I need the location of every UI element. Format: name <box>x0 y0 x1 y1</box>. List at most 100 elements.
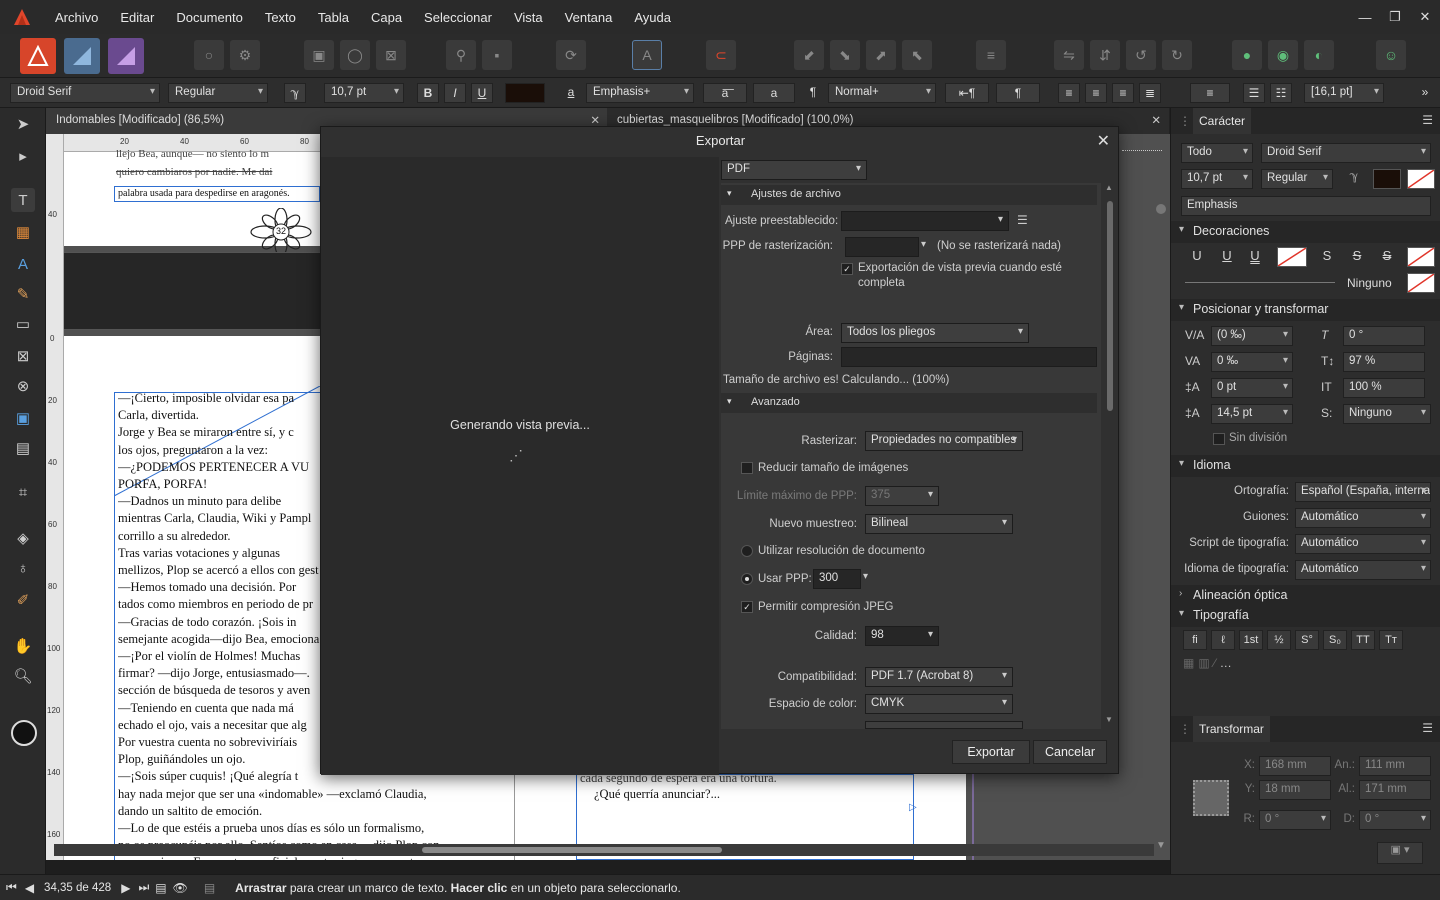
preview-checkbox[interactable]: ✓ <box>841 263 853 275</box>
first-page-icon[interactable]: ⏮ <box>6 880 17 895</box>
menu-ventana[interactable]: Ventana <box>554 10 624 25</box>
typography-glyph-button[interactable]: ℓ <box>1211 630 1235 650</box>
apply-char-style-icon[interactable]: a͞ <box>703 83 747 103</box>
underline-single-icon[interactable]: U <box>1185 248 1209 268</box>
rotate-right-icon[interactable]: ↻ <box>1162 40 1192 70</box>
picture-frame-tool-icon[interactable]: ⊠ <box>11 344 35 368</box>
table-of-contents-icon[interactable]: ▤ <box>11 436 35 460</box>
text-frame-tool-icon[interactable]: T <box>11 188 35 212</box>
resample-dropdown[interactable]: Bilineal <box>865 514 1013 534</box>
fill-tool-icon[interactable]: ◈ <box>11 526 35 550</box>
artistic-text-tool-icon[interactable]: A <box>11 252 35 276</box>
share-icon[interactable]: ◉ <box>1268 40 1298 70</box>
color-wheel-icon[interactable] <box>11 720 37 746</box>
flip-h-icon[interactable]: ⇋ <box>1054 40 1084 70</box>
dialog-close-icon[interactable]: ✕ <box>1097 131 1110 151</box>
preflight-icon[interactable]: ○ <box>194 40 224 70</box>
align-icon[interactable]: ≡ <box>976 40 1006 70</box>
scroll-up-icon[interactable]: ▲ <box>1105 183 1113 192</box>
color-picker-tool-icon[interactable]: ✐ <box>11 588 35 612</box>
menu-vista[interactable]: Vista <box>503 10 554 25</box>
font-family-dropdown[interactable]: Droid Serif <box>10 83 160 103</box>
underline-double-icon[interactable]: U <box>1243 248 1267 268</box>
ellipse-frame-tool-icon[interactable]: ⊗ <box>11 374 35 398</box>
reduce-images-checkbox[interactable] <box>741 462 753 474</box>
section-optical[interactable]: › Alineación óptica <box>1171 585 1440 607</box>
scope-dropdown[interactable]: Todo <box>1181 143 1253 163</box>
crop-tool-icon[interactable]: ⌗ <box>11 480 35 504</box>
hyph-dropdown[interactable]: Automático <box>1295 508 1431 528</box>
place-image-tool-icon[interactable]: ▣ <box>11 406 35 430</box>
next-page-icon[interactable]: ▶ <box>121 881 130 895</box>
prev-page-icon[interactable]: ◀ <box>25 881 34 895</box>
menu-documento[interactable]: Documento <box>165 10 253 25</box>
snap-icon[interactable]: ▪ <box>482 40 512 70</box>
panel-menu-icon[interactable]: ☰ <box>1422 113 1433 127</box>
no-break-checkbox[interactable] <box>1213 433 1225 445</box>
area-dropdown[interactable]: Todos los pliegos <box>841 323 1029 343</box>
align-left-icon[interactable]: ≡ <box>1058 83 1080 103</box>
use-dpi-field[interactable]: 300 <box>813 569 861 589</box>
strike-color-swatch[interactable] <box>1407 247 1435 267</box>
section-advanced[interactable]: ▾ Avanzado <box>721 393 1097 413</box>
clear-para-style-icon[interactable]: ¶ <box>996 83 1040 103</box>
node-tool-icon[interactable]: ▸ <box>11 144 35 168</box>
deco-color-swatch[interactable] <box>1277 247 1307 267</box>
frame-link-arrow-icon[interactable]: ▷ <box>909 802 917 813</box>
font-size-dropdown[interactable]: 10,7 pt <box>324 83 404 103</box>
arrange-forward-icon[interactable]: ⬈ <box>866 40 896 70</box>
icc-dropdown-partial[interactable] <box>865 721 1023 729</box>
section-language[interactable]: ▾ Idioma <box>1171 455 1440 477</box>
close-window-icon[interactable]: ✕ <box>1410 9 1440 25</box>
more-icon[interactable]: » <box>1414 83 1436 103</box>
apply-para-style-icon[interactable]: ⇤¶ <box>945 83 989 103</box>
dpi-field[interactable] <box>845 237 919 257</box>
strike-double-icon[interactable]: S <box>1375 248 1399 268</box>
anchor-point-icon[interactable] <box>1193 780 1229 816</box>
skew-field[interactable]: 0 ° <box>1343 326 1425 346</box>
link-icon[interactable]: ⟳ <box>556 40 586 70</box>
text-color-swatch[interactable] <box>505 83 545 103</box>
rectangle-tool-icon[interactable]: ▭ <box>11 312 35 336</box>
typography-glyph-button[interactable]: S° <box>1295 630 1319 650</box>
format-dropdown[interactable]: PDF <box>721 160 867 180</box>
magnet-snap-icon[interactable]: ⊂ <box>706 40 736 70</box>
typography-glyph-button[interactable]: S₀ <box>1323 630 1347 650</box>
close-tab-icon[interactable]: ✕ <box>1151 113 1161 127</box>
panel-weight-dropdown[interactable]: Regular <box>1261 169 1333 189</box>
strikethrough-icon[interactable]: S <box>1345 248 1369 268</box>
r-field[interactable]: 0 ° <box>1259 810 1331 830</box>
panel-style-dropdown[interactable]: Emphasis <box>1181 196 1431 216</box>
panel-font-dropdown[interactable]: Droid Serif <box>1261 143 1431 163</box>
typography-glyph-button[interactable]: TT <box>1351 630 1375 650</box>
section-position[interactable]: ▾ Posicionar y transformar <box>1171 299 1440 321</box>
vertical-align-icon[interactable]: ≡ <box>1190 83 1230 103</box>
pin-icon[interactable]: ⚲ <box>446 40 476 70</box>
rasterize-dropdown[interactable]: Propiedades no compatibles <box>865 431 1023 451</box>
bullets-icon[interactable]: ☰ <box>1243 83 1265 103</box>
footnote-frame[interactable]: palabra usada para despedirse en aragoné… <box>114 186 320 202</box>
chat-icon[interactable]: ● <box>1232 40 1262 70</box>
align-center-icon[interactable]: ≡ <box>1085 83 1107 103</box>
menu-seleccionar[interactable]: Seleccionar <box>413 10 503 25</box>
text-stroke-swatch[interactable] <box>1407 169 1435 189</box>
color-space-dropdown[interactable]: CMYK <box>865 694 1013 714</box>
spell-dropdown[interactable]: Español (España, internacional) <box>1295 482 1431 502</box>
horizontal-scrollbar[interactable] <box>54 844 1154 856</box>
more-glyphs-icon[interactable]: … <box>1220 656 1232 676</box>
designer-persona-icon[interactable] <box>64 38 100 74</box>
photo-persona-icon[interactable] <box>108 38 144 74</box>
menu-capa[interactable]: Capa <box>360 10 413 25</box>
align-right-icon[interactable]: ≡ <box>1112 83 1134 103</box>
use-dpi-dropdown-icon[interactable]: ▾ <box>863 571 868 582</box>
last-page-icon[interactable]: ⏭ <box>138 880 149 895</box>
cancel-button[interactable]: Cancelar <box>1033 740 1107 764</box>
menu-ayuda[interactable]: Ayuda <box>623 10 682 25</box>
h-field[interactable]: 171 mm <box>1359 780 1431 800</box>
baseline-field[interactable]: 0 pt <box>1211 378 1293 398</box>
zoom-tool-icon[interactable]: 🔍︎ <box>11 664 35 688</box>
strike-none-icon[interactable]: S <box>1315 248 1339 268</box>
account-icon[interactable]: ☺ <box>1376 40 1406 70</box>
dpi-dropdown-icon[interactable]: ▾ <box>921 239 926 250</box>
hand-tool-icon[interactable]: ✋ <box>11 634 35 658</box>
